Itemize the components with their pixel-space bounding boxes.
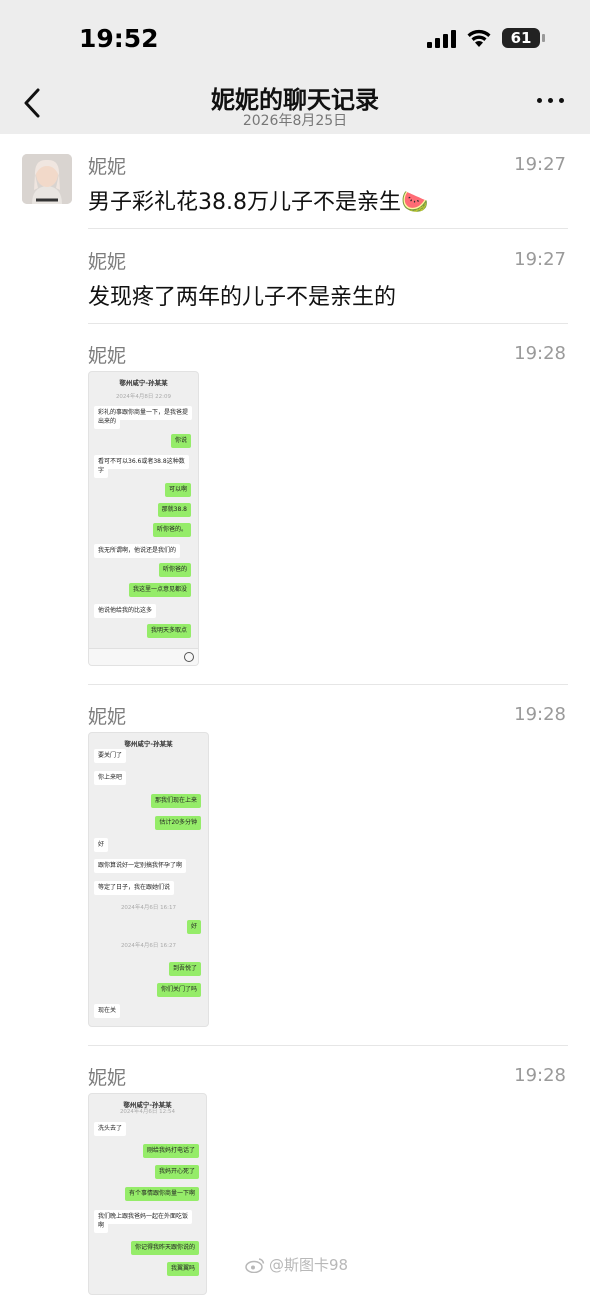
message-time: 19:28 xyxy=(514,343,566,364)
watermark-text: @斯图卡98 xyxy=(269,1256,349,1274)
message-item: 妮妮 19:28 鄂州咸宁-孙某某 要关门了你上来吧那我们现在上来 估计20多分钟好… xyxy=(0,704,590,1045)
screenshot-bubble-received: 出来的 xyxy=(94,415,121,429)
wifi-icon xyxy=(467,29,491,47)
screenshot-bubble-sent: 刚给我妈打电话了 xyxy=(142,1144,199,1158)
screenshot-bubble-sent: 我翼翼吗 xyxy=(166,1262,199,1276)
screenshot-bubble-sent: 听你爸的。 xyxy=(152,523,191,537)
chat-screenshot-image[interactable]: 鄂州咸宁-孙某某 2024年4月8日 22:09 彩礼的事跟你商量一下，是我爸提 出来… xyxy=(88,371,199,666)
screenshot-bubble-received: 字 xyxy=(94,464,109,478)
screenshot-title: 鄂州咸宁-孙某某 xyxy=(119,379,168,387)
message-time: 19:27 xyxy=(514,249,566,270)
message-time: 19:27 xyxy=(514,154,566,175)
screenshot-bubble-sent: 那我们现在上来 xyxy=(150,794,201,808)
screenshot-bubble-sent: 你说 xyxy=(170,434,191,448)
screenshot-bubble-received: 我无所谓啊，他说还是我们的 xyxy=(94,544,181,558)
screenshot-bubble-sent: 我这里一点意见都没 xyxy=(128,583,191,597)
screenshot-bubble-received: 跟你算说好一定别搞我怀孕了啊 xyxy=(94,859,187,873)
screenshot-bubble-received: 你上来吧 xyxy=(94,771,127,785)
screenshot-bubble-received: 我们晚上跟我爸妈一起在外面吃饭 xyxy=(94,1210,193,1224)
status-icons: 61 xyxy=(427,28,545,48)
battery-level: 61 xyxy=(510,29,532,47)
message-item: 妮妮 19:28 鄂州咸宁-孙某某 2024年4月6日 12:54 洗头去了 刚给我妈… xyxy=(0,1065,590,1295)
signal-icon xyxy=(427,28,456,48)
sender-name: 妮妮 xyxy=(88,706,127,728)
screenshot-timestamp: 2024年4月6日 12:54 xyxy=(119,1109,176,1115)
screenshot-timestamp: 2024年4月6日 16:27 xyxy=(120,943,177,949)
screenshot-bubble-received: 等定了日子，我在跟她们说 xyxy=(94,881,175,895)
weibo-icon xyxy=(245,1257,265,1273)
battery-icon: 61 xyxy=(502,28,545,48)
message-time: 19:28 xyxy=(514,704,566,725)
screenshot-bubble-sent: 你记得我昨天跟你说的 xyxy=(130,1241,199,1255)
screenshot-bubble-received: 他说他给我的比这多 xyxy=(94,604,157,618)
screenshot-bubble-received: 要关门了 xyxy=(94,749,127,763)
message-item: 妮妮 19:28 鄂州咸宁-孙某某 2024年4月8日 22:09 彩礼的事跟你商量… xyxy=(0,343,590,684)
screenshot-input-bar xyxy=(89,648,198,665)
page-date: 2026年8月25日 xyxy=(242,113,348,129)
screenshot-bubble-sent: 那就38.8 xyxy=(157,503,191,517)
sender-name: 妮妮 xyxy=(88,251,127,273)
chat-header: 19:52 61 妮妮的聊天记录 2026年8月25日 xyxy=(0,0,590,134)
screenshot-bubble-received: 洗头去了 xyxy=(94,1122,127,1136)
avatar[interactable] xyxy=(22,154,72,204)
screenshot-bubble-received: 现在关 xyxy=(94,1004,121,1018)
divider xyxy=(88,323,568,324)
screenshot-bubble-sent: 听你爸的 xyxy=(158,563,191,577)
screenshot-bubble-sent: 我妈开心死了 xyxy=(154,1165,199,1179)
watermark: @斯图卡98 xyxy=(245,1254,348,1275)
more-icon[interactable] xyxy=(537,98,564,103)
message-text[interactable]: 发现疼了两年的儿子不是亲生的 xyxy=(88,279,396,311)
divider xyxy=(88,684,568,685)
message-item: 妮妮 19:27 男子彩礼花38.8万儿子不是亲生🍉 xyxy=(0,154,590,228)
screenshot-title: 鄂州咸宁-孙某某 xyxy=(124,740,173,748)
screenshot-bubble-sent: 好 xyxy=(186,920,201,934)
emoji-icon xyxy=(184,652,194,662)
divider xyxy=(88,1045,568,1046)
screenshot-bubble-sent: 估计20多分钟 xyxy=(155,816,201,830)
sender-name: 妮妮 xyxy=(88,156,127,178)
sender-name: 妮妮 xyxy=(88,1067,127,1089)
screenshot-timestamp: 2024年4月6日 16:17 xyxy=(120,905,177,911)
screenshot-bubble-received: 看可不可以36.6或者38.8这种数 xyxy=(94,455,189,469)
chat-screenshot-image[interactable]: 鄂州咸宁-孙某某 2024年4月6日 12:54 洗头去了 刚给我妈打电话了 我妈开心死… xyxy=(88,1093,207,1295)
screenshot-bubble-sent: 可以啊 xyxy=(164,483,191,497)
screenshot-bubble-received: 好 xyxy=(94,838,109,852)
screenshot-bubble-sent: 你们关门了吗 xyxy=(156,983,201,997)
message-time: 19:28 xyxy=(514,1065,566,1086)
screenshot-bubble-sent: 有个事情跟你商量一下啊 xyxy=(124,1187,199,1201)
chat-screenshot-image[interactable]: 鄂州咸宁-孙某某 要关门了 你上来吧 那我们现在上来 估计20多分钟好跟你算说好一定别搞… xyxy=(88,732,209,1027)
message-text[interactable]: 男子彩礼花38.8万儿子不是亲生🍉 xyxy=(88,184,428,216)
message-item: 妮妮 19:27 发现疼了两年的儿子不是亲生的 xyxy=(0,249,590,323)
screenshot-bubble-sent: 到吾悦了 xyxy=(168,962,201,976)
divider xyxy=(88,228,568,229)
screenshot-bubble-received: 啊 xyxy=(94,1219,109,1233)
screenshot-bubble-sent: 我明天多取点 xyxy=(146,624,191,638)
screenshot-timestamp: 2024年4月8日 22:09 xyxy=(115,394,172,400)
status-time: 19:52 xyxy=(79,24,159,53)
sender-name: 妮妮 xyxy=(88,345,127,367)
